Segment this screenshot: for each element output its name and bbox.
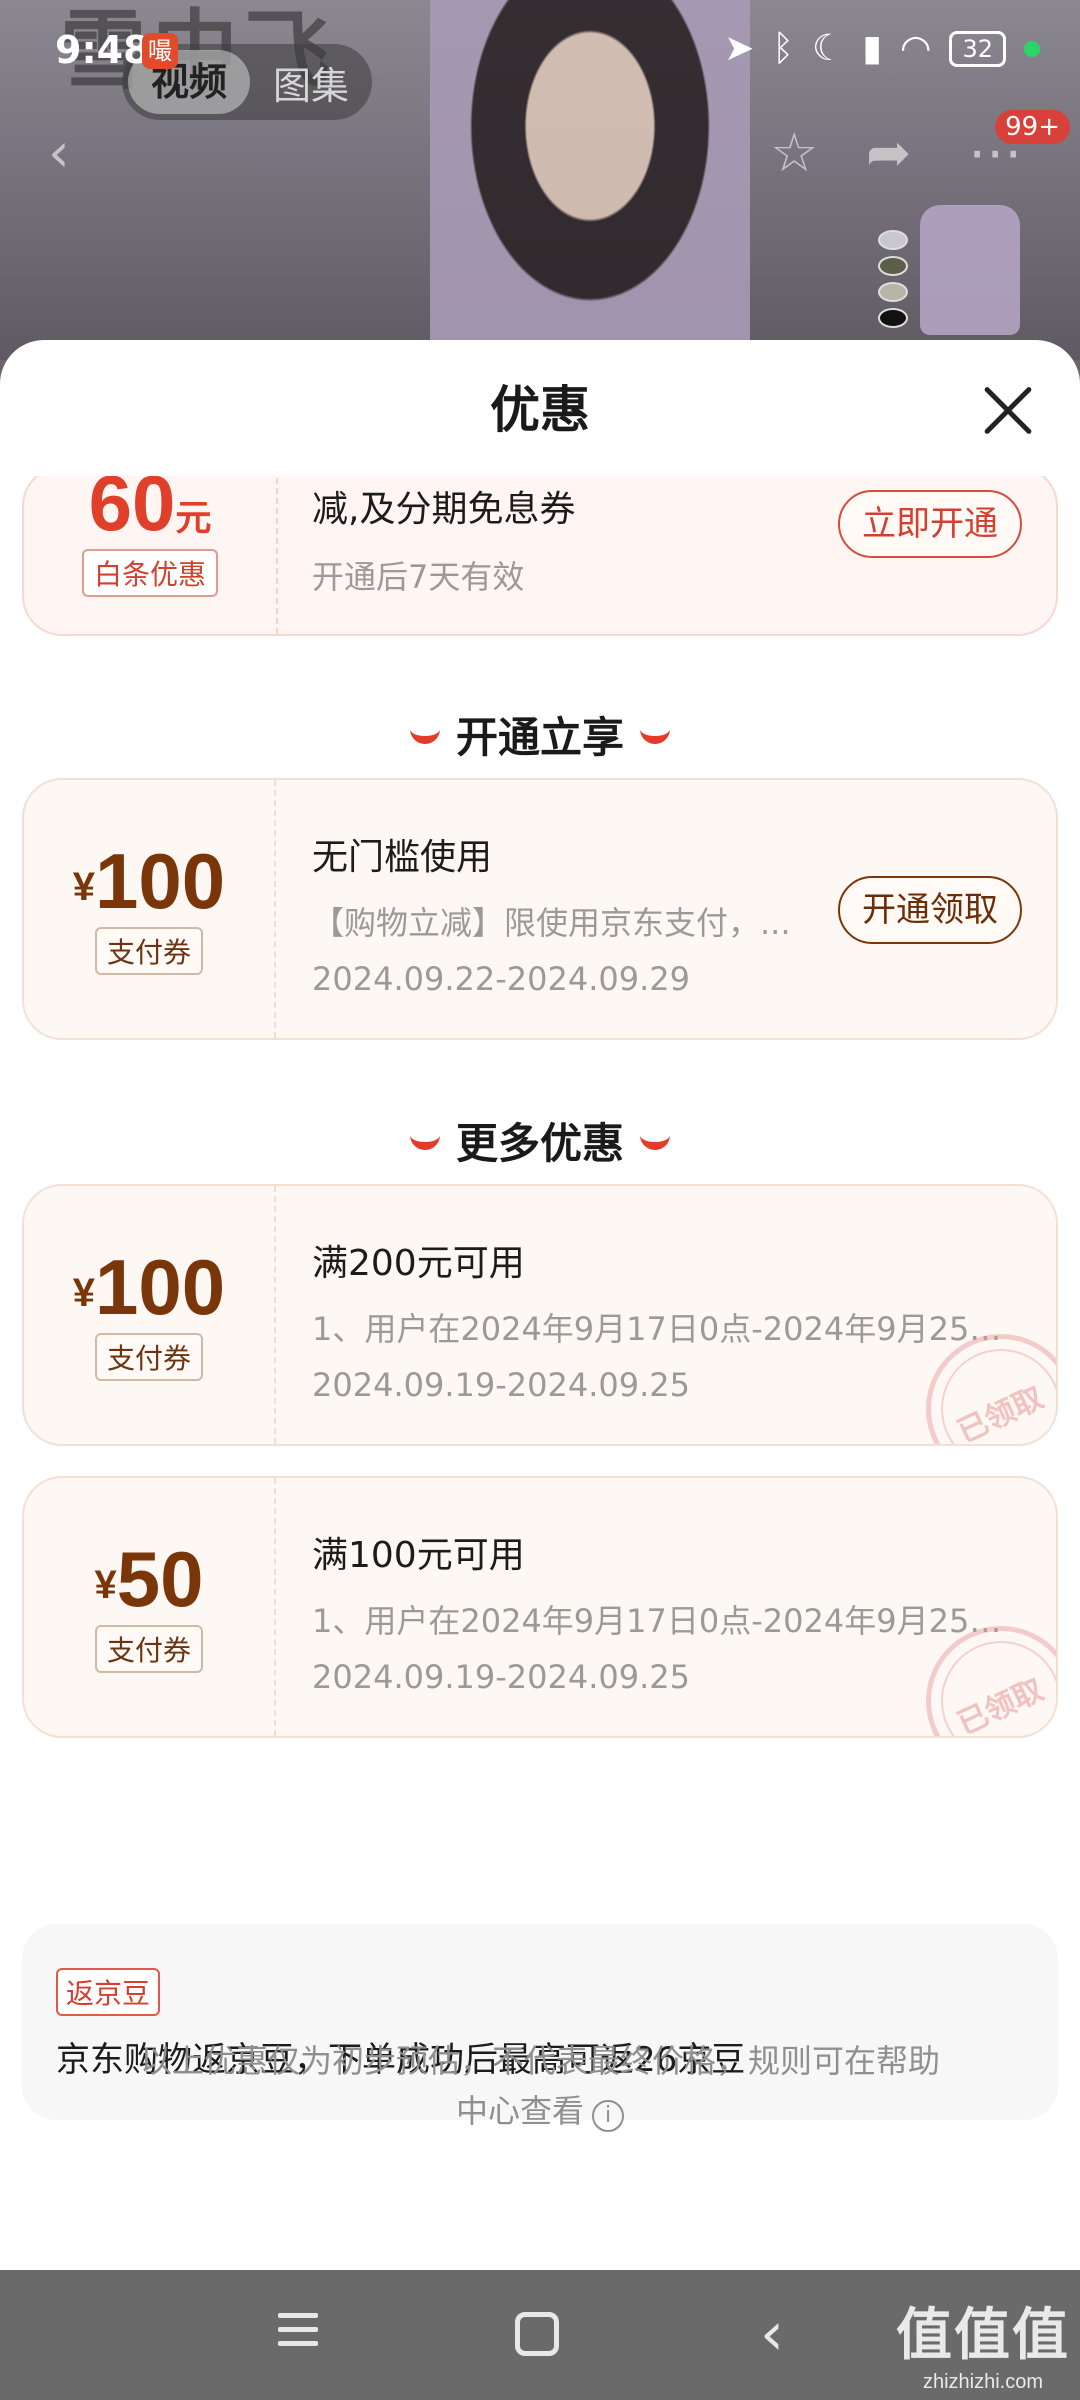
coupon-amount: 50 [116, 1535, 204, 1623]
discount-sheet: 优惠 60元 白条优惠 减,及分期免息券 开通后7天有效 立即开通 开通立享 ¥… [0, 340, 1080, 2270]
baitiao-tag: 白条优惠 [81, 549, 218, 597]
open-coupon-card: ¥100 支付券 无门槛使用 【购物立减】限使用京东支付，... 2024.09… [22, 778, 1058, 1040]
activate-now-button[interactable]: 立即开通 [838, 490, 1022, 558]
favorite-star-icon[interactable]: ☆ [770, 118, 818, 188]
coupon-description: 【购物立减】限使用京东支付，... [312, 904, 791, 942]
color-swatches [878, 230, 908, 334]
signal-icon: ▮ [862, 28, 883, 69]
baitiao-amount: 60 [88, 476, 176, 547]
smile-icon [640, 1134, 670, 1150]
status-bar: 9:48 嘬 ➤ ᛒ ☾ ▮ ◠ 32 [0, 0, 1080, 100]
coupon-description: 1、用户在2024年9月17日0点-2024年9月25日... [312, 1310, 1016, 1348]
bluetooth-icon: ᛒ [772, 28, 794, 69]
coupon-type-tag: 支付券 [94, 1625, 203, 1673]
coupon-validity: 2024.09.22-2024.09.29 [312, 960, 690, 998]
close-icon[interactable] [980, 382, 1036, 438]
clock: 9:48 [55, 28, 150, 72]
coupon-type-tag: 支付券 [94, 1333, 203, 1381]
smile-icon [409, 728, 440, 744]
recent-apps-icon[interactable] [278, 2304, 338, 2364]
system-navigation-bar: ‹ 值值值 zhizhizhi.com [0, 2270, 1080, 2400]
coupon-amount: 100 [95, 837, 226, 925]
coupon-validity: 2024.09.19-2024.09.25 [312, 1658, 690, 1696]
section-more-header: 更多优惠 [0, 1110, 1080, 1171]
moon-icon: ☾ [811, 28, 845, 69]
privacy-indicator-dot [1024, 40, 1040, 57]
disclaimer: 以上优惠仅为初步预估，不代表最终价格，规则可在帮助中心查看 i [139, 2042, 940, 2132]
sheet-scroll-content[interactable]: 60元 白条优惠 减,及分期免息券 开通后7天有效 立即开通 开通立享 ¥100… [0, 476, 1080, 2270]
battery-icon: 32 [949, 30, 1006, 67]
smile-icon [640, 728, 670, 744]
wifi-icon: ◠ [900, 28, 932, 69]
coupon-amount: 100 [95, 1243, 226, 1331]
message-count-badge: 99+ [995, 110, 1070, 144]
smile-icon [409, 1134, 440, 1150]
coupon-condition: 满200元可用 [312, 1243, 525, 1284]
status-icons: ➤ ᛒ ☾ ▮ ◠ 32 [724, 28, 1040, 69]
home-icon[interactable] [515, 2312, 559, 2356]
baitiao-offer-card: 60元 白条优惠 减,及分期免息券 开通后7天有效 立即开通 [22, 476, 1058, 636]
back-arrow-icon[interactable]: ‹ [48, 118, 70, 188]
open-and-claim-button[interactable]: 开通领取 [838, 876, 1022, 944]
back-icon[interactable]: ‹ [760, 2304, 820, 2364]
product-nav-bar: ‹ ☆ ➦ ⋯ [0, 118, 1080, 188]
sheet-title: 优惠 [490, 381, 590, 439]
section-open-header: 开通立享 [0, 704, 1080, 765]
coupon-condition: 无门槛使用 [312, 837, 493, 878]
coupon-description: 1、用户在2024年9月17日0点-2024年9月25日... [312, 1602, 1016, 1640]
baitiao-validity: 开通后7天有效 [312, 558, 525, 596]
coupon-card[interactable]: ¥100 支付券 满200元可用 1、用户在2024年9月17日0点-2024年… [22, 1184, 1058, 1446]
coupon-card[interactable]: ¥50 支付券 满100元可用 1、用户在2024年9月17日0点-2024年9… [22, 1476, 1058, 1738]
site-watermark: 值值值 zhizhizhi.com [896, 2303, 1070, 2393]
coupon-type-tag: 支付券 [94, 927, 203, 975]
jingdou-tag: 返京豆 [56, 1968, 161, 2016]
baitiao-unit: 元 [175, 497, 212, 538]
coupon-condition: 满100元可用 [312, 1535, 525, 1576]
info-icon[interactable]: i [592, 2100, 624, 2132]
notification-app-icon: 嘬 [142, 33, 178, 69]
share-icon[interactable]: ➦ [866, 118, 911, 188]
product-thumbnail [920, 205, 1020, 335]
location-icon: ➤ [724, 28, 755, 69]
coupon-validity: 2024.09.19-2024.09.25 [312, 1366, 690, 1404]
